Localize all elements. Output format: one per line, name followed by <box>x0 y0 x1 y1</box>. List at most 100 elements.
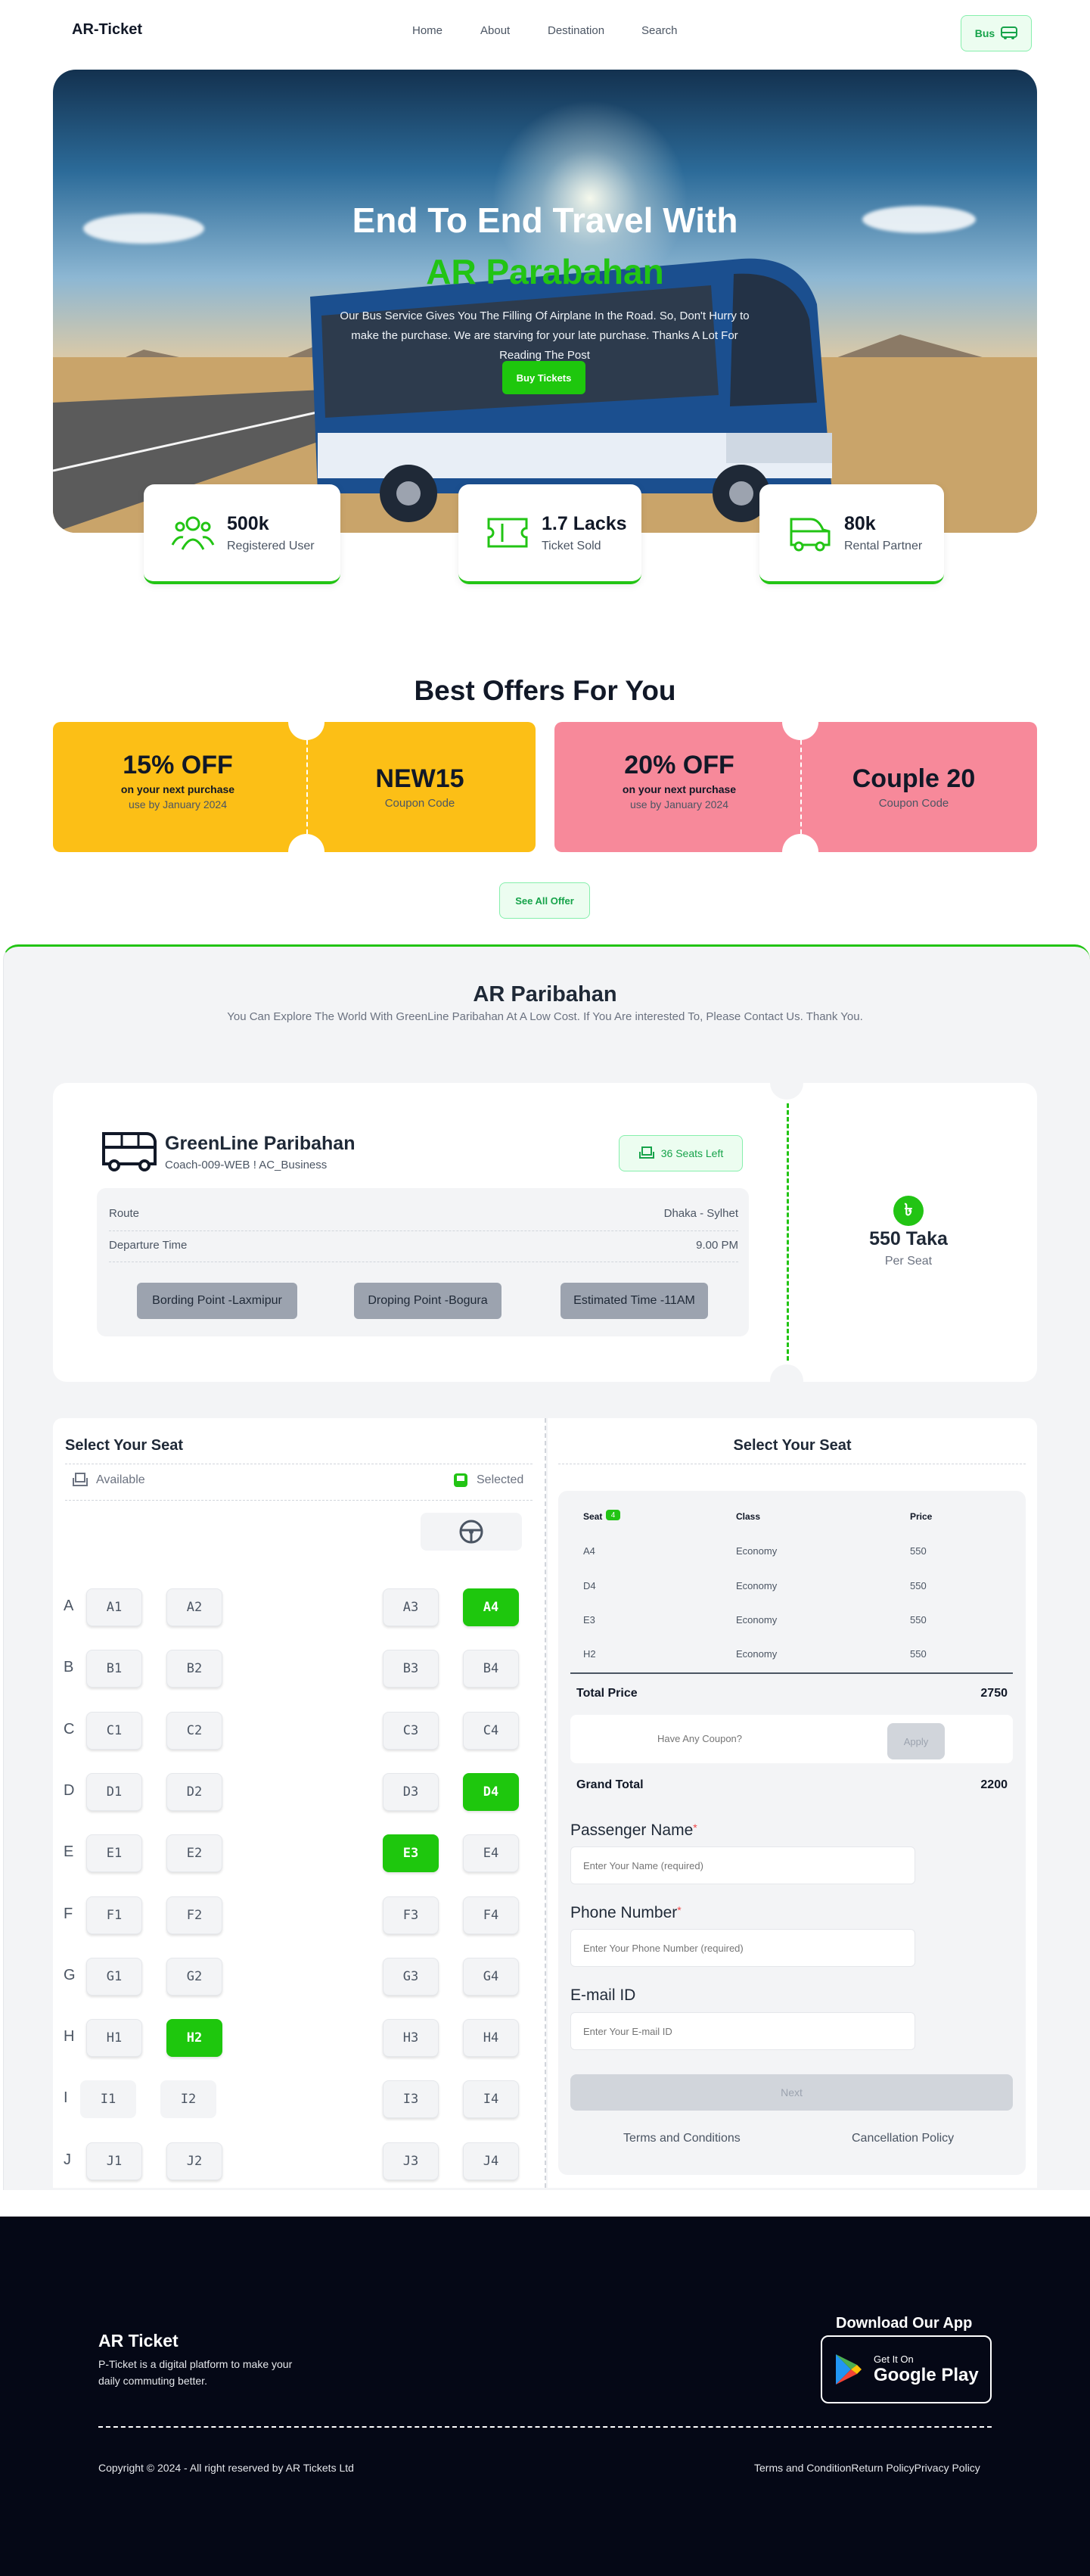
hero-banner: End To End Travel With AR Parabahan Our … <box>53 70 1037 533</box>
footer-link-terms[interactable]: Terms and Condition <box>754 2462 851 2474</box>
seat-button-a4[interactable]: A4 <box>463 1588 519 1626</box>
seat-button-c2[interactable]: C2 <box>166 1712 222 1750</box>
legend-available: Available <box>72 1472 145 1489</box>
coupon-code-block: Couple 20 Coupon Code <box>800 764 1027 810</box>
seat-button-g2[interactable]: G2 <box>166 1958 222 1996</box>
seat-button-b2[interactable]: B2 <box>166 1650 222 1688</box>
footer-link-privacy[interactable]: Privacy Policy <box>915 2462 980 2474</box>
steering-wheel <box>421 1513 522 1551</box>
row-seat: E3 <box>583 1614 595 1626</box>
seat-button-b3[interactable]: B3 <box>383 1650 439 1688</box>
steering-wheel-icon <box>459 1520 483 1544</box>
footer-divider <box>98 2426 992 2428</box>
stat-label: Rental Partner <box>844 539 923 552</box>
seat-button-b4[interactable]: B4 <box>463 1650 519 1688</box>
seat-button-d4[interactable]: D4 <box>463 1773 519 1811</box>
phone-number-input[interactable] <box>570 1929 915 1967</box>
seat-button-d1[interactable]: D1 <box>86 1773 142 1811</box>
buy-tickets-button[interactable]: Buy Tickets <box>502 361 585 394</box>
seat-button-j3[interactable]: J3 <box>383 2142 439 2180</box>
seat-button-a2[interactable]: A2 <box>166 1588 222 1626</box>
footer-link-return[interactable]: Return Policy <box>851 2462 914 2474</box>
footer-description: P-Ticket is a digital platform to make y… <box>98 2358 293 2387</box>
bus-icon <box>1001 26 1018 39</box>
apply-coupon-button[interactable]: Apply <box>887 1723 945 1759</box>
seat-button-f3[interactable]: F3 <box>383 1896 439 1934</box>
coupon-code-label: Coupon Code <box>384 797 455 810</box>
seat-count-badge: 4 <box>606 1510 620 1520</box>
stat-value: 1.7 Lacks <box>542 512 627 534</box>
seat-button-h4[interactable]: H4 <box>463 2019 519 2057</box>
coach-info: Coach-009-WEB ! AC_Business <box>165 1159 328 1171</box>
seat-button-j1[interactable]: J1 <box>86 2142 142 2180</box>
download-title: Download Our App <box>836 2315 973 2332</box>
seat-button-f2[interactable]: F2 <box>166 1896 222 1934</box>
divider <box>109 1230 738 1231</box>
seat-button-a3[interactable]: A3 <box>383 1588 439 1626</box>
seat-button-i2[interactable]: I2 <box>160 2080 216 2118</box>
seat-button-d2[interactable]: D2 <box>166 1773 222 1811</box>
seat-button-e4[interactable]: E4 <box>463 1834 519 1872</box>
nav-link-about[interactable]: About <box>480 24 510 37</box>
required-mark: * <box>693 1822 697 1834</box>
summary-row: D4 Economy 550 <box>583 1570 1007 1604</box>
summary-row: H2 Economy 550 <box>583 1638 1007 1672</box>
seat-button-j2[interactable]: J2 <box>166 2142 222 2180</box>
row-class: Economy <box>736 1580 778 1591</box>
hero-title-brand: AR Parabahan <box>426 252 664 291</box>
coupon-validity: use by January 2024 <box>129 798 227 810</box>
email-input[interactable] <box>570 2012 915 2050</box>
seat-row-label: F <box>64 1906 73 1922</box>
see-all-offer-button[interactable]: See All Offer <box>499 882 590 919</box>
google-play-button[interactable]: Get It On Google Play <box>821 2335 992 2403</box>
seat-button-d3[interactable]: D3 <box>383 1773 439 1811</box>
seat-map-title: Select Your Seat <box>65 1437 183 1454</box>
seat-button-h3[interactable]: H3 <box>383 2019 439 2057</box>
seat-button-f4[interactable]: F4 <box>463 1896 519 1934</box>
terms-link[interactable]: Terms and Conditions <box>623 2132 741 2145</box>
row-price: 550 <box>910 1580 927 1591</box>
seat-button-c4[interactable]: C4 <box>463 1712 519 1750</box>
grand-total-label: Grand Total <box>576 1778 644 1791</box>
seat-button-g4[interactable]: G4 <box>463 1958 519 1996</box>
summary-row: E3 Economy 550 <box>583 1604 1007 1638</box>
seat-button-i3[interactable]: I3 <box>383 2080 439 2118</box>
seat-button-h2[interactable]: H2 <box>166 2019 222 2057</box>
seat-button-c1[interactable]: C1 <box>86 1712 142 1750</box>
coupon-card[interactable]: 20% OFF on your next purchase use by Jan… <box>554 722 1037 852</box>
coupon-code-label: Coupon Code <box>878 797 949 810</box>
phone-number-label: Phone Number* <box>570 1904 682 1922</box>
seat-button-g1[interactable]: G1 <box>86 1958 142 1996</box>
seat-button-j4[interactable]: J4 <box>463 2142 519 2180</box>
seat-button-c3[interactable]: C3 <box>383 1712 439 1750</box>
seat-button-i1[interactable]: I1 <box>80 2080 136 2118</box>
bus-button[interactable]: Bus <box>961 15 1032 51</box>
field-label-text: Phone Number <box>570 1904 678 1921</box>
cancellation-link[interactable]: Cancellation Policy <box>852 2132 954 2145</box>
nav-link-home[interactable]: Home <box>412 24 443 37</box>
seat-button-f1[interactable]: F1 <box>86 1896 142 1934</box>
seat-button-b1[interactable]: B1 <box>86 1650 142 1688</box>
seat-button-e3[interactable]: E3 <box>383 1834 439 1872</box>
seat-button-a1[interactable]: A1 <box>86 1588 142 1626</box>
email-label: E-mail ID <box>570 1986 636 2004</box>
seat-button-h1[interactable]: H1 <box>86 2019 142 2057</box>
nav-link-destination[interactable]: Destination <box>548 24 604 37</box>
seat-button-e1[interactable]: E1 <box>86 1834 142 1872</box>
site-logo[interactable]: AR-Ticket <box>72 21 142 39</box>
next-button[interactable]: Next <box>570 2074 1013 2111</box>
seat-button-g3[interactable]: G3 <box>383 1958 439 1996</box>
coupon-card[interactable]: 15% OFF on your next purchase use by Jan… <box>53 722 536 852</box>
route-row: Route Dhaka - Sylhet <box>109 1207 738 1220</box>
per-seat-label: Per Seat <box>884 1255 933 1268</box>
coupon-input[interactable] <box>605 1728 794 1748</box>
nav-link-search[interactable]: Search <box>641 24 678 37</box>
departure-label: Departure Time <box>109 1239 188 1252</box>
seat-button-e2[interactable]: E2 <box>166 1834 222 1872</box>
row-price: 550 <box>910 1545 927 1557</box>
passenger-name-input[interactable] <box>570 1846 915 1884</box>
coupon-discount: 20% OFF on your next purchase use by Jan… <box>554 751 804 810</box>
stat-label: Registered User <box>227 539 315 552</box>
seat-button-i4[interactable]: I4 <box>463 2080 519 2118</box>
ticket-icon <box>487 518 528 548</box>
